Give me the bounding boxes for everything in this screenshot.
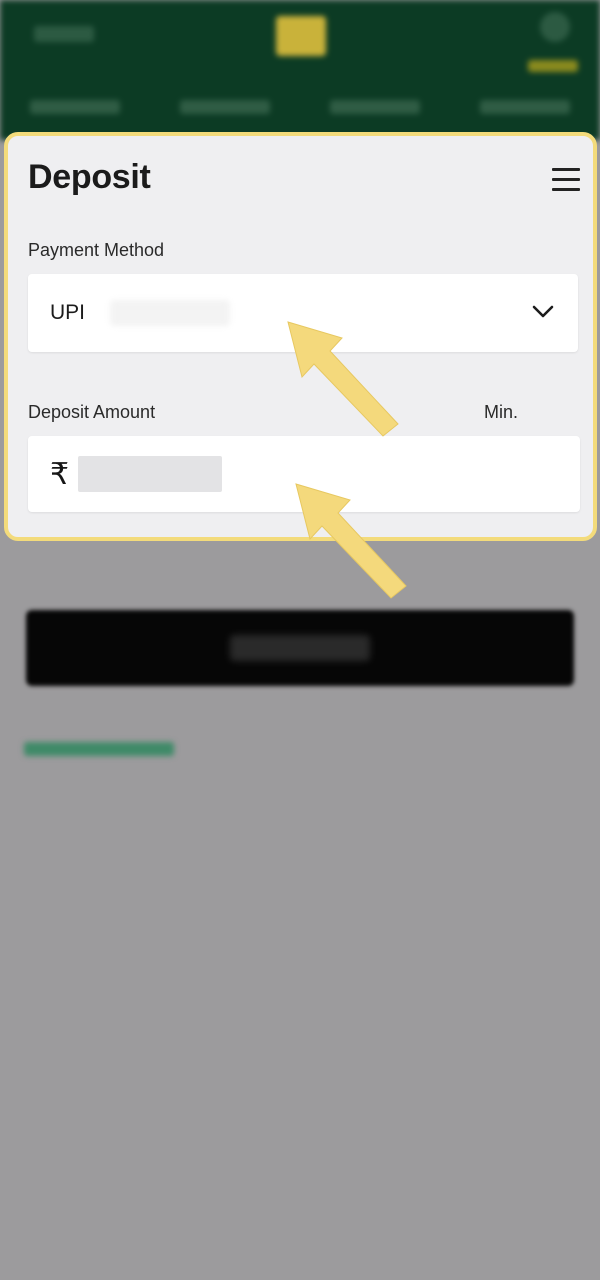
header-menu-blurred — [34, 26, 94, 42]
chevron-down-icon — [532, 305, 554, 318]
nav-item-blurred — [180, 100, 270, 114]
min-amount-label: Min. — [484, 402, 519, 422]
deposit-panel: Deposit Payment Method UPI Deposit Amoun… — [4, 132, 597, 541]
nav-item-blurred — [480, 100, 570, 114]
nav-item-blurred — [30, 100, 120, 114]
deposit-amount-input[interactable]: ₹ — [28, 436, 580, 512]
header-nav-blurred — [0, 92, 600, 122]
nav-item-blurred — [330, 100, 420, 114]
deposit-limits-link-blurred — [24, 742, 174, 756]
deposit-button-blurred — [26, 610, 574, 686]
balance-blurred — [528, 60, 578, 72]
payment-method-label: Payment Method — [28, 240, 165, 260]
payment-method-select[interactable]: UPI — [28, 274, 578, 352]
page-title: Deposit — [28, 158, 151, 196]
deposit-button-label-blurred — [230, 635, 370, 661]
user-icon-blurred — [540, 12, 570, 42]
amount-value-masked — [78, 456, 222, 492]
brand-logo-blurred — [276, 16, 326, 56]
rupee-icon: ₹ — [50, 457, 70, 492]
hamburger-menu-icon[interactable] — [552, 168, 580, 192]
deposit-amount-label: Deposit Amount — [28, 402, 156, 422]
app-header-blurred — [0, 0, 600, 140]
payment-method-detail-blurred — [110, 300, 230, 326]
payment-method-value: UPI — [50, 301, 86, 324]
